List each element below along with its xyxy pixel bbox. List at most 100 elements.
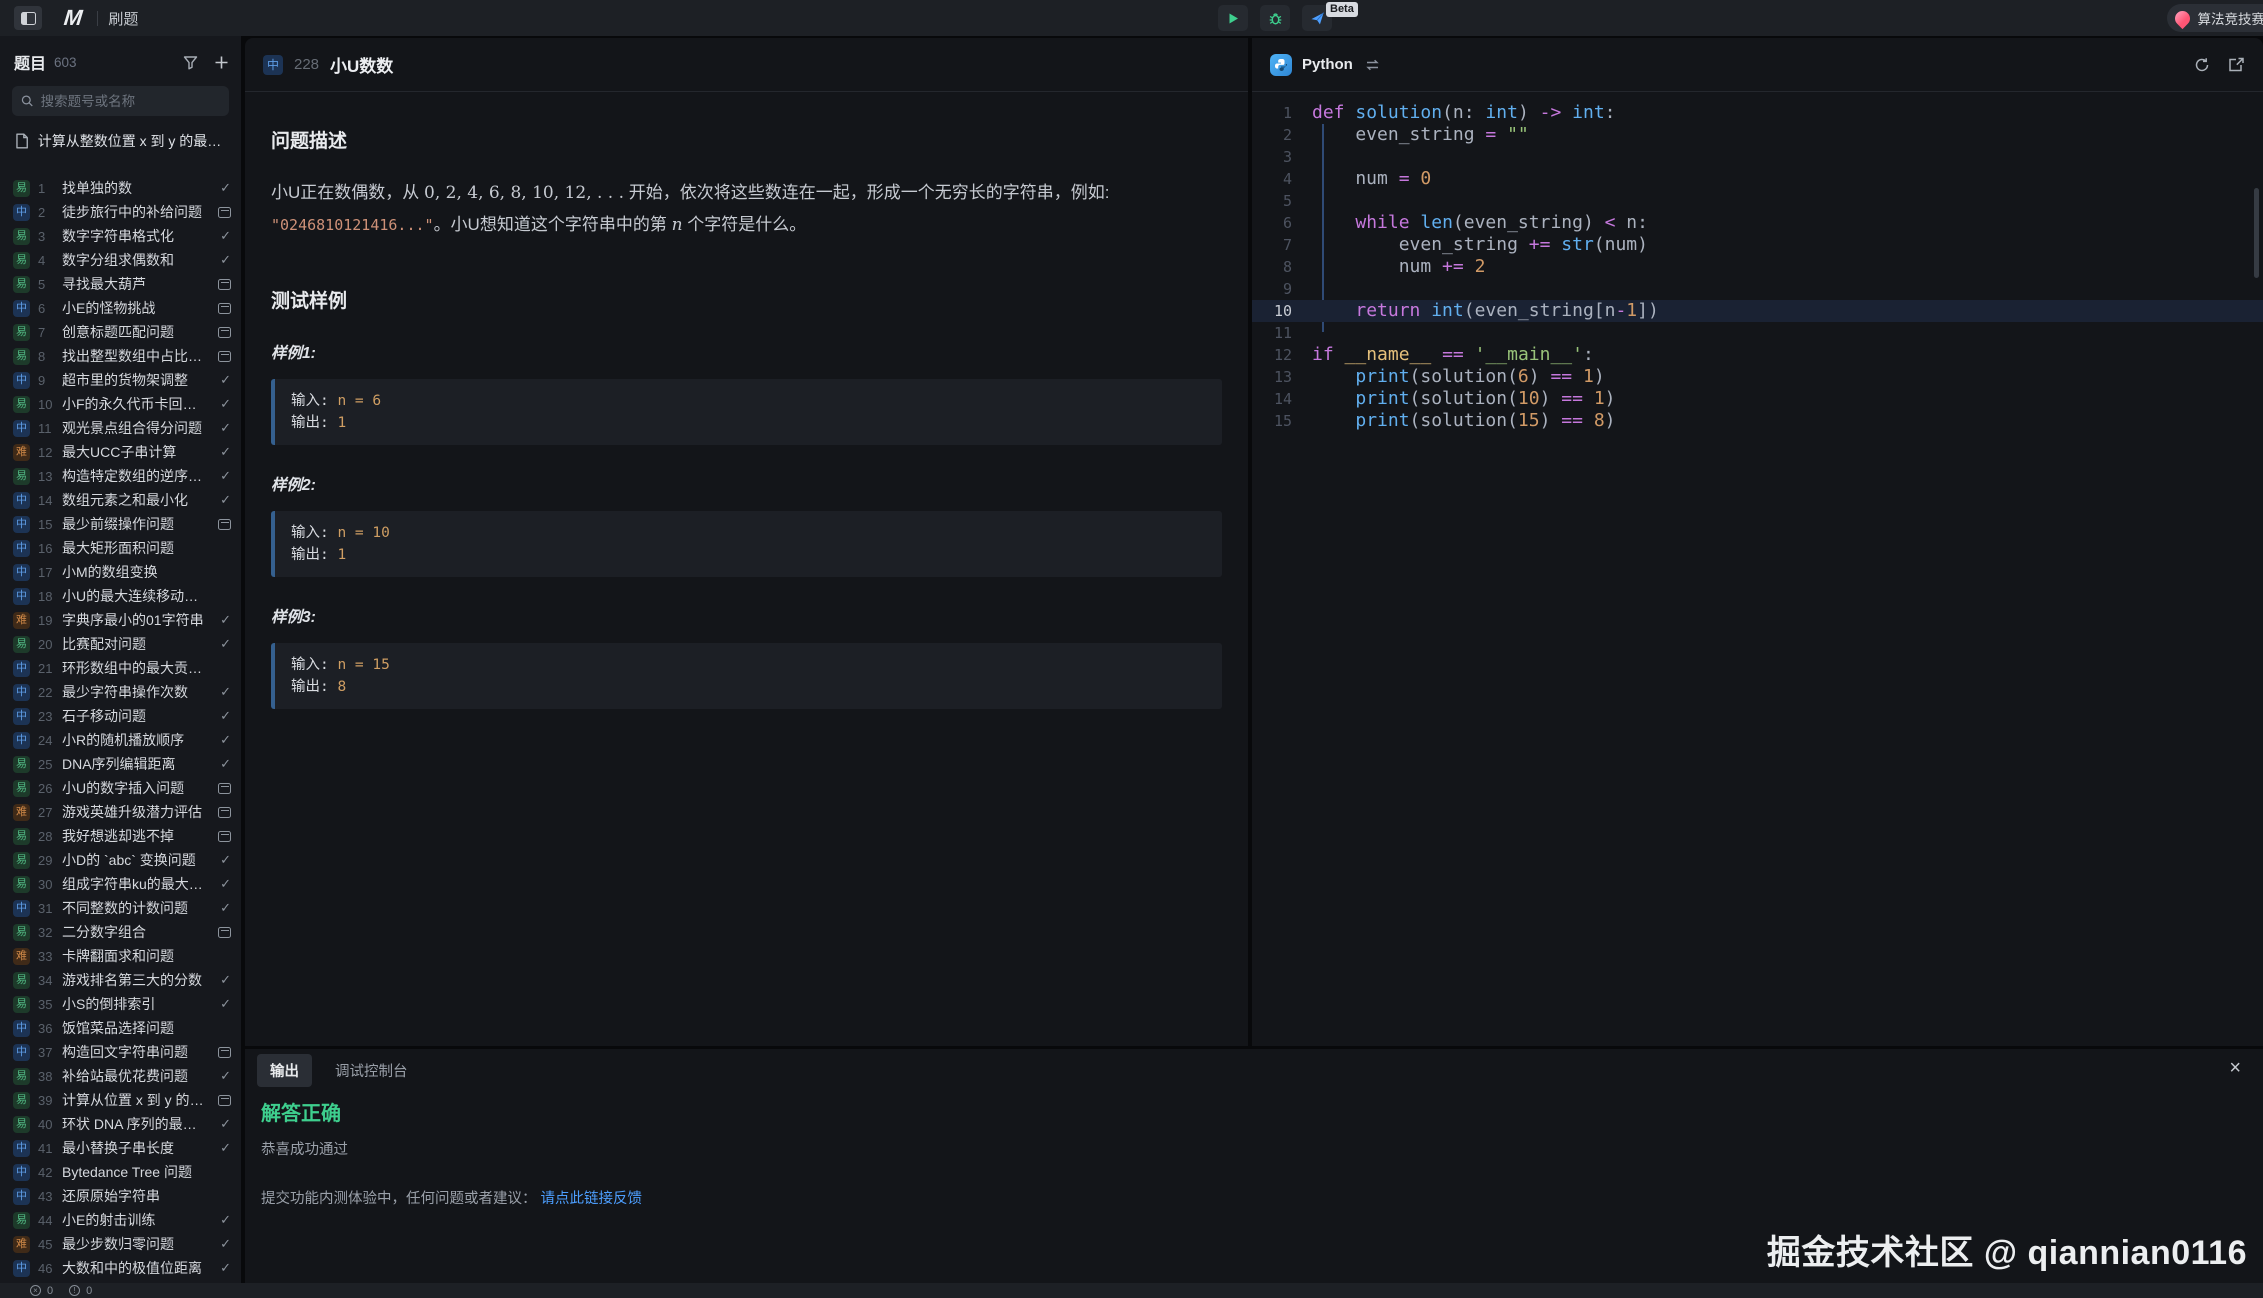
code-line[interactable]: 14 print(solution(10) == 1)	[1252, 388, 2263, 410]
marscode-logo[interactable]: M	[63, 5, 83, 31]
problem-list-item[interactable]: 易20比赛配对问题✓	[0, 632, 241, 656]
filter-icon[interactable]	[183, 55, 198, 70]
problem-item-title: 不同整数的计数问题	[62, 898, 207, 918]
problem-list-item[interactable]: 易38补给站最优花费问题✓	[0, 1064, 241, 1088]
tab-output[interactable]: 输出	[257, 1054, 312, 1087]
problem-list-item[interactable]: 中23石子移动问题✓	[0, 704, 241, 728]
search-box[interactable]	[12, 86, 229, 116]
problem-list-item[interactable]: 中36饭馆菜品选择问题	[0, 1016, 241, 1040]
problem-number: 17	[38, 565, 54, 580]
problem-list-item[interactable]: 易10小F的永久代币卡回本计划✓	[0, 392, 241, 416]
problem-list-item[interactable]: 易5寻找最大葫芦	[0, 272, 241, 296]
solved-check-icon: ✓	[215, 396, 231, 412]
pinned-problem[interactable]: 计算从整数位置 x 到 y 的最少...	[0, 122, 241, 160]
errors-icon[interactable]: ×	[30, 1285, 41, 1296]
problem-list-item[interactable]: 中41最小替换子串长度✓	[0, 1136, 241, 1160]
problem-header: 中 228 小U数数	[245, 38, 1248, 92]
problem-list-item[interactable]: 中46大数和中的极值位距离✓	[0, 1256, 241, 1280]
problem-list-item[interactable]: 中37构造回文字符串问题	[0, 1040, 241, 1064]
code-line[interactable]: 8 num += 2	[1252, 256, 2263, 278]
code-line[interactable]: 2 even_string = ""	[1252, 124, 2263, 146]
code-line[interactable]: 6 while len(even_string) < n:	[1252, 212, 2263, 234]
code-line[interactable]: 1def solution(n: int) -> int:	[1252, 102, 2263, 124]
problem-list-item[interactable]: 中21环形数组中的最大贡献值	[0, 656, 241, 680]
problem-list-item[interactable]: 易30组成字符串ku的最大次数✓	[0, 872, 241, 896]
problem-list-item[interactable]: 易8找出整型数组中占比超过...	[0, 344, 241, 368]
code-line[interactable]: 10 return int(even_string[n-1])	[1252, 300, 2263, 322]
problem-item-title: 饭馆菜品选择问题	[62, 1018, 207, 1038]
code-line[interactable]: 13 print(solution(6) == 1)	[1252, 366, 2263, 388]
open-external-icon[interactable]	[2228, 57, 2245, 72]
problem-list-item[interactable]: 易3数字字符串格式化✓	[0, 224, 241, 248]
code-line[interactable]: 11	[1252, 322, 2263, 344]
problem-list-item[interactable]: 中16最大矩形面积问题	[0, 536, 241, 560]
problem-list-item[interactable]: 易13构造特定数组的逆序拼接✓	[0, 464, 241, 488]
problem-list-item[interactable]: 易40环状 DNA 序列的最小表...✓	[0, 1112, 241, 1136]
problem-list-item[interactable]: 中24小R的随机播放顺序✓	[0, 728, 241, 752]
problem-list-item[interactable]: 易29小D的 `abc` 变换问题✓	[0, 848, 241, 872]
difficulty-badge: 难	[13, 1236, 30, 1253]
problem-list-item[interactable]: 难12最大UCC子串计算✓	[0, 440, 241, 464]
code-area[interactable]: 1def solution(n: int) -> int:2 even_stri…	[1252, 92, 2263, 432]
problem-list-item[interactable]: 中15最少前缀操作问题	[0, 512, 241, 536]
solved-check-icon: ✓	[215, 180, 231, 196]
code-line[interactable]: 3	[1252, 146, 2263, 168]
problem-list-item[interactable]: 易39计算从位置 x 到 y 的最...	[0, 1088, 241, 1112]
problem-list-item[interactable]: 易44小E的射击训练✓	[0, 1208, 241, 1232]
code-line[interactable]: 9	[1252, 278, 2263, 300]
problem-list-item[interactable]: 难19字典序最小的01字符串✓	[0, 608, 241, 632]
contest-label: 算法竞技赛	[2198, 8, 2263, 28]
problem-list-item[interactable]: 中18小U的最大连续移动次数问题	[0, 584, 241, 608]
problem-list-item[interactable]: 中6小E的怪物挑战	[0, 296, 241, 320]
tab-debug-console[interactable]: 调试控制台	[322, 1054, 421, 1087]
problem-list-item[interactable]: 中11观光景点组合得分问题✓	[0, 416, 241, 440]
problem-number: 27	[38, 805, 54, 820]
problem-list-item[interactable]: 中2徒步旅行中的补给问题	[0, 200, 241, 224]
problem-list-item[interactable]: 易32二分数字组合	[0, 920, 241, 944]
problem-list-item[interactable]: 难45最少步数归零问题✓	[0, 1232, 241, 1256]
warnings-icon[interactable]: !	[69, 1285, 80, 1296]
problem-list-item[interactable]: 易35小S的倒排索引✓	[0, 992, 241, 1016]
problem-list-item[interactable]: 中17小M的数组变换	[0, 560, 241, 584]
problem-list-item[interactable]: 易26小U的数字插入问题	[0, 776, 241, 800]
user-contest-pill[interactable]: 算法竞技赛	[2167, 4, 2263, 32]
run-button[interactable]	[1218, 5, 1248, 31]
plus-icon[interactable]	[214, 55, 229, 70]
description-segment: "0246810121416..."	[271, 216, 434, 234]
problem-list-item[interactable]: 难33卡牌翻面求和问题	[0, 944, 241, 968]
problem-list-item[interactable]: 易25DNA序列编辑距离✓	[0, 752, 241, 776]
code-line[interactable]: 12if __name__ == '__main__':	[1252, 344, 2263, 366]
problem-list-item[interactable]: 易28我好想逃却逃不掉	[0, 824, 241, 848]
problem-list-item[interactable]: 中31不同整数的计数问题✓	[0, 896, 241, 920]
difficulty-badge: 中	[13, 684, 30, 701]
submit-button[interactable]: Beta	[1302, 5, 1332, 31]
code-line[interactable]: 7 even_string += str(num)	[1252, 234, 2263, 256]
editor-scrollbar[interactable]	[2254, 188, 2259, 278]
status-bar: × 0 ! 0	[0, 1283, 2263, 1298]
close-icon[interactable]: ×	[2229, 1057, 2241, 1080]
feedback-link[interactable]: 请点此链接反馈	[541, 1191, 643, 1207]
debug-button[interactable]	[1260, 5, 1290, 31]
problem-list-item[interactable]: 易4数字分组求偶数和✓	[0, 248, 241, 272]
problem-list-item[interactable]: 易1找单独的数✓	[0, 176, 241, 200]
sidebar-toggle-button[interactable]	[14, 6, 42, 30]
switch-language-icon[interactable]	[1365, 59, 1380, 71]
difficulty-badge: 中	[13, 732, 30, 749]
difficulty-badge: 易	[13, 252, 30, 269]
difficulty-badge: 易	[13, 1068, 30, 1085]
problem-list-item[interactable]: 中9超市里的货物架调整✓	[0, 368, 241, 392]
problem-list-item[interactable]: 易7创意标题匹配问题	[0, 320, 241, 344]
problem-list-item[interactable]: 中43还原原始字符串	[0, 1184, 241, 1208]
reset-code-icon[interactable]	[2194, 57, 2210, 73]
problem-list-item[interactable]: 中14数组元素之和最小化✓	[0, 488, 241, 512]
search-input[interactable]	[41, 94, 220, 109]
code-line[interactable]: 15 print(solution(15) == 8)	[1252, 410, 2263, 432]
problem-list-item[interactable]: 中42Bytedance Tree 问题	[0, 1160, 241, 1184]
code-line[interactable]: 5	[1252, 190, 2263, 212]
solved-check-icon: ✓	[215, 972, 231, 988]
code-line[interactable]: 4 num = 0	[1252, 168, 2263, 190]
problem-list-item[interactable]: 中22最少字符串操作次数✓	[0, 680, 241, 704]
problem-list-item[interactable]: 易34游戏排名第三大的分数✓	[0, 968, 241, 992]
problem-list-item[interactable]: 难27游戏英雄升级潜力评估	[0, 800, 241, 824]
code-text: print(solution(6) == 1)	[1312, 366, 1605, 388]
